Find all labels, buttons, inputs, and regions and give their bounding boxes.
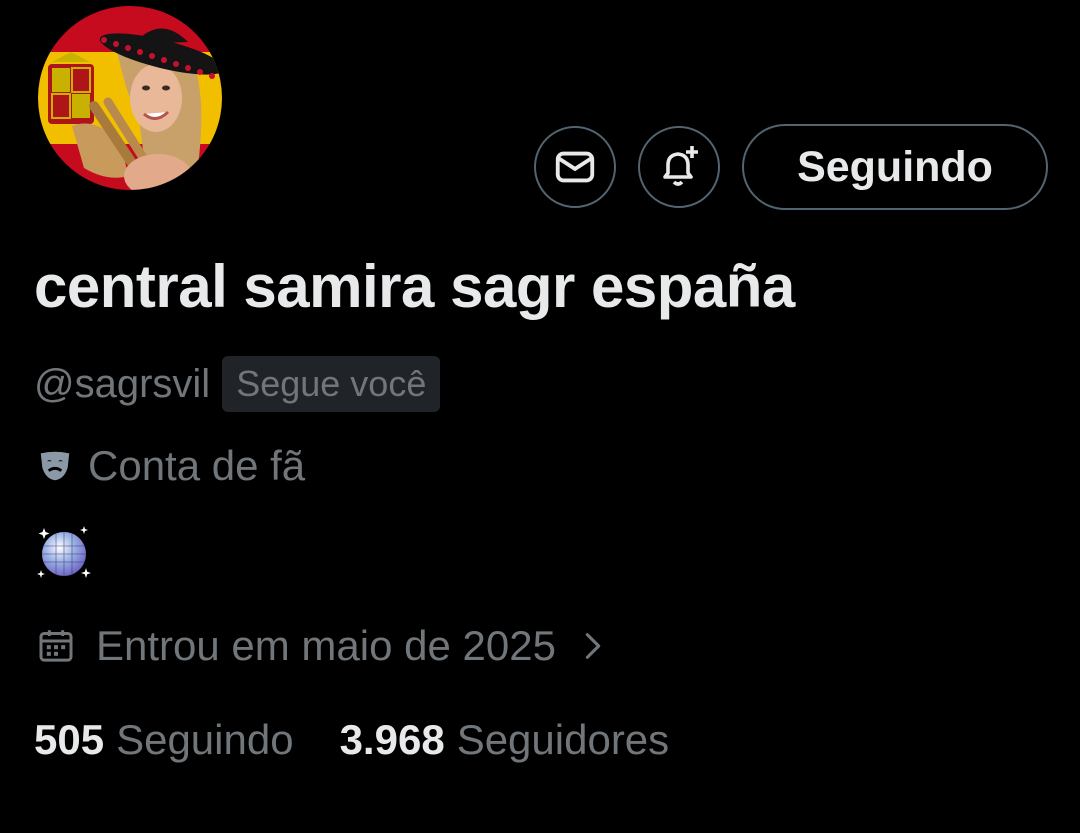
follows-you-badge: Segue você	[222, 356, 441, 412]
envelope-icon	[555, 151, 595, 183]
following-label: Seguindo	[116, 716, 294, 763]
account-label: Conta de fã	[36, 442, 305, 490]
handle-row: @sagrsvil Segue você	[34, 356, 441, 412]
notifications-button[interactable]	[638, 126, 720, 208]
profile-actions: Seguindo	[534, 124, 1048, 210]
followers-label: Seguidores	[456, 716, 670, 763]
disco-ball-icon	[37, 526, 91, 578]
chevron-right-icon[interactable]	[576, 626, 610, 666]
message-button[interactable]	[534, 126, 616, 208]
joined-date: Entrou em maio de 2025	[96, 622, 556, 669]
bio	[36, 524, 92, 585]
following-count: 505	[34, 716, 105, 763]
bell-plus-icon	[663, 146, 698, 186]
follow-stats: 505 Seguindo 3.968 Seguidores	[34, 716, 669, 764]
account-label-text: Conta de fã	[88, 442, 306, 489]
followers-stat[interactable]: 3.968 Seguidores	[340, 716, 670, 764]
theater-masks-icon	[40, 451, 70, 481]
following-stat[interactable]: 505 Seguindo	[34, 716, 294, 764]
avatar-image	[38, 6, 222, 190]
profile-avatar[interactable]	[36, 4, 224, 192]
followers-count: 3.968	[339, 716, 445, 763]
username-handle: @sagrsvil	[34, 361, 211, 406]
calendar-icon	[39, 630, 73, 662]
joined-date-row[interactable]: Entrou em maio de 2025	[36, 622, 610, 670]
following-button[interactable]: Seguindo	[742, 124, 1048, 210]
display-name: central samira sagr españa	[34, 253, 795, 320]
